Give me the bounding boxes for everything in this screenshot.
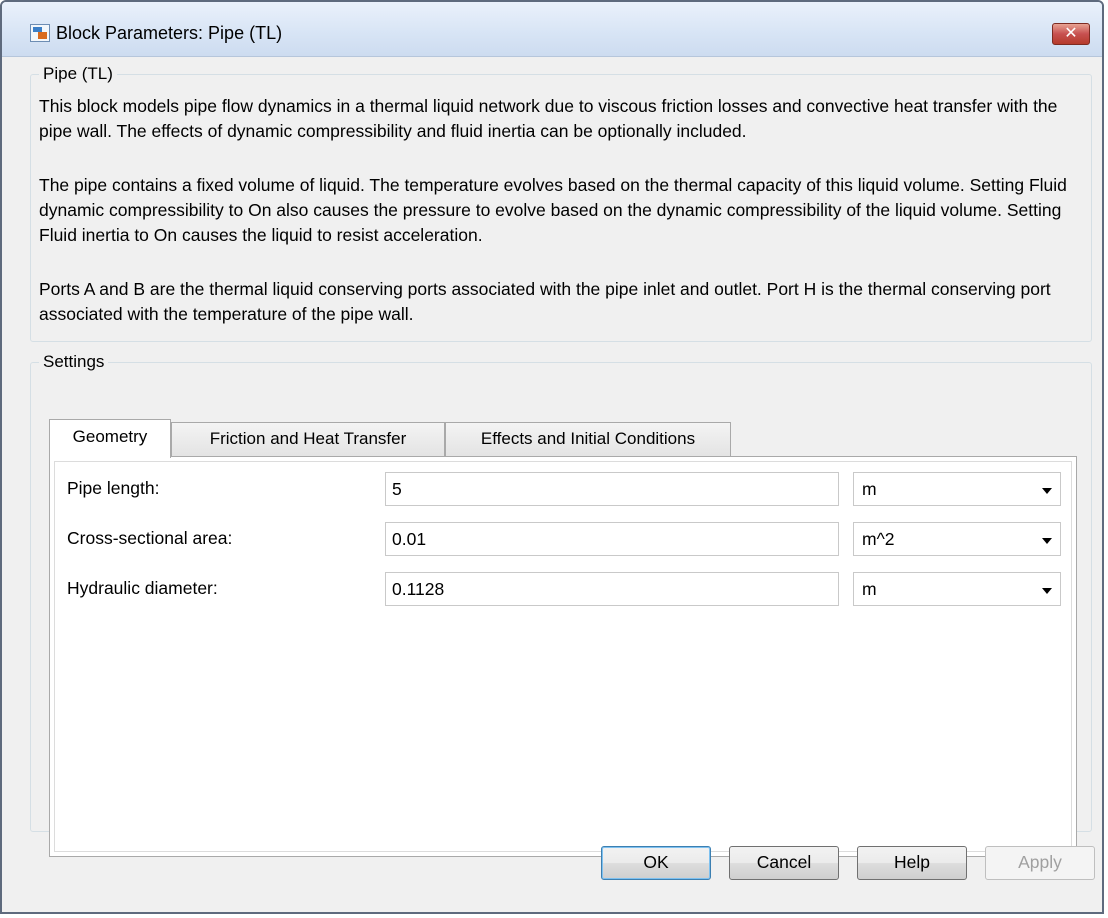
cancel-button[interactable]: Cancel (729, 846, 839, 880)
cross-sectional-area-unit-dropdown[interactable]: m^2 (853, 522, 1061, 556)
chevron-down-icon (1042, 488, 1052, 494)
description-paragraph-3: Ports A and B are the thermal liquid con… (39, 279, 1051, 324)
apply-button[interactable]: Apply (985, 846, 1095, 880)
title-bar[interactable]: Block Parameters: Pipe (TL) ✕ (2, 2, 1102, 57)
hydraulic-diameter-unit-dropdown[interactable]: m (853, 572, 1061, 606)
help-button[interactable]: Help (857, 846, 967, 880)
hydraulic-diameter-label: Hydraulic diameter: (67, 578, 218, 598)
chevron-down-icon (1042, 588, 1052, 594)
cross-sectional-area-unit: m^2 (862, 529, 895, 549)
cross-sectional-area-input[interactable] (385, 522, 839, 556)
tab-friction-and-heat-transfer[interactable]: Friction and Heat Transfer (171, 422, 445, 457)
tab-effects-and-initial-conditions[interactable]: Effects and Initial Conditions (445, 422, 731, 457)
hydraulic-diameter-input[interactable] (385, 572, 839, 606)
hydraulic-diameter-unit: m (862, 579, 877, 599)
pipe-length-label: Pipe length: (67, 478, 160, 498)
close-button[interactable]: ✕ (1052, 23, 1090, 45)
description-paragraph-1: This block models pipe flow dynamics in … (39, 96, 1058, 141)
chevron-down-icon (1042, 538, 1052, 544)
geometry-parameters-area: Pipe length: m Cross-sectional area: m^2 (54, 461, 1072, 852)
close-icon: ✕ (1064, 25, 1078, 42)
pipe-length-input[interactable] (385, 472, 839, 506)
block-description-group: Pipe (TL) This block models pipe flow dy… (30, 64, 1092, 342)
parameter-row-hydraulic-diameter: Hydraulic diameter: m (55, 572, 1071, 606)
pipe-length-unit-dropdown[interactable]: m (853, 472, 1061, 506)
simulink-block-icon (30, 24, 50, 42)
parameter-row-pipe-length: Pipe length: m (55, 472, 1071, 506)
dialog-window: Block Parameters: Pipe (TL) ✕ Pipe (TL) … (0, 0, 1104, 914)
description-paragraph-2: The pipe contains a fixed volume of liqu… (39, 175, 1067, 245)
settings-group: Settings Geometry Friction and Heat Tran… (30, 352, 1092, 857)
parameter-row-cross-sectional-area: Cross-sectional area: m^2 (55, 522, 1071, 556)
pipe-length-unit: m (862, 479, 877, 499)
cross-sectional-area-label: Cross-sectional area: (67, 528, 233, 548)
settings-legend: Settings (43, 352, 105, 371)
tab-geometry[interactable]: Geometry (49, 419, 171, 458)
ok-button[interactable]: OK (601, 846, 711, 880)
geometry-tab-panel: Pipe length: m Cross-sectional area: m^2 (49, 456, 1077, 857)
window-title: Block Parameters: Pipe (TL) (56, 23, 283, 43)
block-description-legend: Pipe (TL) (43, 64, 113, 83)
